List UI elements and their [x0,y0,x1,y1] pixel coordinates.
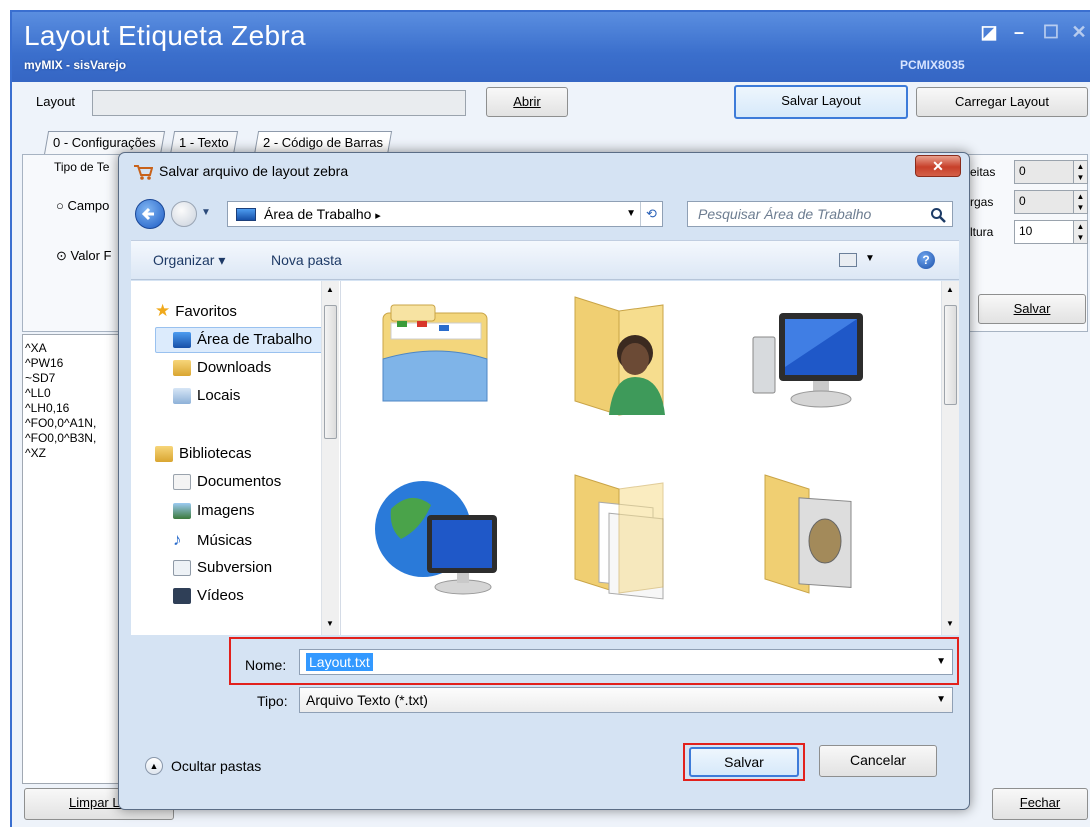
help-icon[interactable]: ? [917,251,935,269]
nav-downloads[interactable]: Downloads [173,359,271,376]
user-folder-icon[interactable] [569,291,669,421]
close-icon[interactable]: ✕ [1068,22,1090,43]
documents-folder-icon[interactable] [569,469,679,609]
nav-documentos[interactable]: Documentos [173,473,281,490]
organizar-menu[interactable]: Organizar ▾ [153,252,225,269]
library-folder-icon[interactable] [377,299,497,419]
minimize-icon[interactable]: – [1008,22,1030,43]
file-list: ▲ ▼ [341,281,959,635]
maximize-icon[interactable]: ☐ [1040,22,1062,43]
radio-valor[interactable]: ⊙ Valor F [56,248,111,264]
restore-icon[interactable]: ◪ [978,22,1000,43]
save-dialog: Salvar arquivo de layout zebra ✕ ▼ Área … [118,152,970,810]
main-salvar-button[interactable]: Salvar [978,294,1086,324]
address-dropdown-icon[interactable]: ▼ [626,202,636,226]
nav-musicas[interactable]: ♪ Músicas [173,530,252,550]
documents-icon [173,473,191,490]
history-dropdown-icon[interactable]: ▼ [201,207,211,218]
view-icon[interactable] [839,253,857,267]
abrir-button[interactable]: Abrir [486,87,568,117]
search-input[interactable]: Pesquisar Área de Trabalho [687,201,953,227]
right-label-1: eitas [970,165,996,179]
filetype-select[interactable]: Arquivo Texto (*.txt) ▼ [299,687,953,713]
subversion-icon [173,559,191,576]
right-field-3[interactable]: 10 ▲ ▼ [1014,220,1088,244]
files-scrollbar[interactable]: ▲ ▼ [941,281,959,635]
collapse-icon: ▲ [145,757,163,775]
downloads-folder-icon [173,359,191,376]
nav-imagens[interactable]: Imagens [173,502,255,519]
dialog-title: Salvar arquivo de layout zebra [159,163,349,179]
app-subtitle: myMIX - sisVarejo [24,58,127,72]
fechar-button[interactable]: Fechar [992,788,1088,820]
back-arrow-icon[interactable] [135,199,165,229]
layout-label: Layout [36,94,76,109]
right-label-3: ltura [970,225,994,239]
computer-icon[interactable] [749,307,869,417]
libraries-icon [155,445,173,462]
forward-arrow-icon[interactable] [171,201,197,227]
cancelar-button[interactable]: Cancelar [819,745,937,777]
nav-favoritos[interactable]: ★ Favoritos [155,301,237,321]
nav-videos[interactable]: Vídeos [173,587,244,604]
radio-campo[interactable]: ○ Campo [56,198,109,213]
nav-locais[interactable]: Locais [173,387,240,404]
videos-icon [173,587,191,604]
nav-scrollbar[interactable]: ▲ ▼ [321,281,339,635]
tipo-label: Tipo de Te [54,160,110,174]
window-title: Layout Etiqueta Zebra [24,20,306,51]
dialog-toolbar: Organizar ▾ Nova pasta ▼ ? [131,240,959,280]
carregar-layout-button[interactable]: Carregar Layout [916,87,1088,117]
pictures-icon [173,502,191,519]
filename-dropdown-icon[interactable]: ▼ [936,650,946,674]
search-icon[interactable] [930,207,946,223]
nav-subversion[interactable]: Subversion [173,559,272,576]
tipo-label: Tipo: [257,693,288,709]
places-icon [173,387,191,404]
dialog-salvar-button[interactable]: Salvar [689,747,799,777]
refresh-icon[interactable]: ⟲ [640,202,662,226]
desktop-icon [173,331,191,348]
nav-scroll-thumb[interactable] [324,305,337,439]
nav-bibliotecas[interactable]: Bibliotecas [155,445,252,462]
files-scroll-thumb[interactable] [944,305,957,405]
nova-pasta-button[interactable]: Nova pasta [271,252,342,268]
title-bar: Layout Etiqueta Zebra myMIX - sisVarejo … [12,12,1090,82]
layout-field[interactable] [92,90,466,116]
nav-area-trabalho[interactable]: Área de Trabalho [173,331,312,348]
address-bar[interactable]: Área de Trabalho ▸ ▼ ⟲ [227,201,663,227]
filetype-dropdown-icon[interactable]: ▼ [936,688,946,712]
right-field-2[interactable]: 0 ▲ ▼ [1014,190,1088,214]
star-icon: ★ [155,301,171,320]
navigation-pane: ★ Favoritos Área de Trabalho Downloads Lo… [131,281,341,635]
right-field-1[interactable]: 0 ▲ ▼ [1014,160,1088,184]
music-icon: ♪ [173,530,182,549]
ocultar-pastas-toggle[interactable]: ▲ Ocultar pastas [145,757,261,775]
images-folder-icon[interactable] [759,469,859,609]
salvar-layout-button[interactable]: Salvar Layout [734,85,908,119]
view-dropdown-icon[interactable]: ▼ [865,253,875,264]
right-label-2: rgas [970,195,994,209]
screen-code: PCMIX8035 [900,58,965,72]
dialog-close-button[interactable]: ✕ [915,155,961,177]
filename-input[interactable]: Layout.txt ▼ [299,649,953,675]
desktop-icon [236,208,256,221]
cart-icon [134,165,153,180]
nome-label: Nome: [245,657,287,673]
network-globe-icon[interactable] [371,469,501,609]
